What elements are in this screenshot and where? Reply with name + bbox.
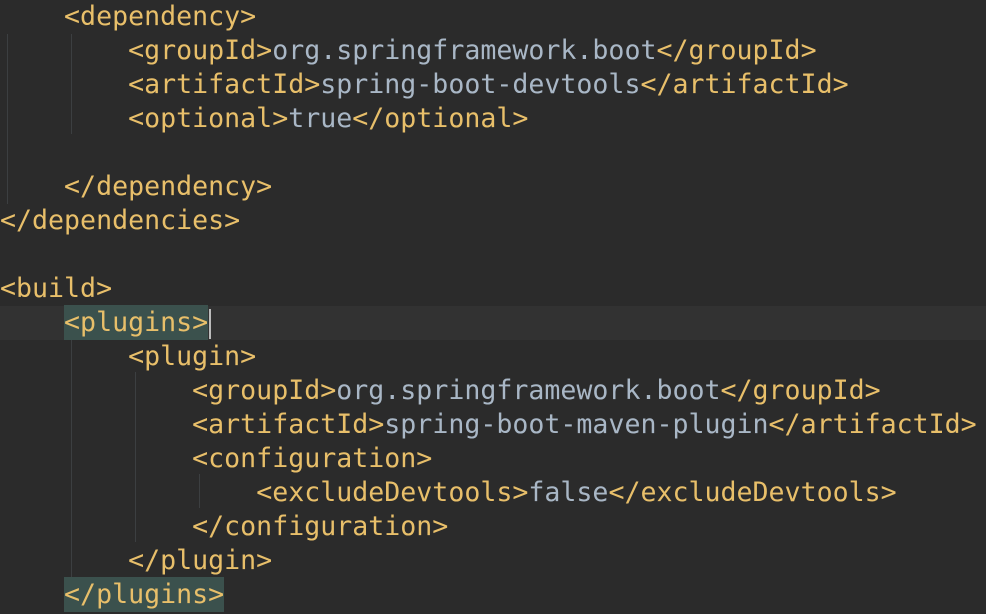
xml-open-tag: <groupId> <box>192 375 337 406</box>
xml-close-tag: </artifactId> <box>768 409 977 440</box>
xml-close-tag: </optional> <box>352 103 529 134</box>
xml-open-tag: <artifactId> <box>192 409 385 440</box>
xml-text-value: false <box>528 477 609 508</box>
code-line[interactable]: <excludeDevtools>false</excludeDevtools> <box>0 476 986 510</box>
code-line[interactable]: </configuration> <box>0 510 986 544</box>
code-line[interactable]: <build> <box>0 272 986 306</box>
code-line[interactable]: <artifactId>spring-boot-maven-plugin</ar… <box>0 408 986 442</box>
code-line[interactable]: <optional>true</optional> <box>0 102 986 136</box>
xml-close-tag: </dependency> <box>64 171 273 202</box>
xml-close-tag: </dependencies> <box>0 205 241 236</box>
xml-close-tag: </artifactId> <box>640 69 849 100</box>
xml-open-tag: <dependency> <box>64 1 257 32</box>
xml-open-tag: <build> <box>0 273 113 304</box>
xml-open-tag: <excludeDevtools> <box>256 477 529 508</box>
code-line[interactable]: <configuration> <box>0 442 986 476</box>
xml-text-value: org.springframework.boot <box>272 35 657 66</box>
code-line[interactable]: <plugin> <box>0 340 986 374</box>
xml-text-value: spring-boot-maven-plugin <box>384 409 769 440</box>
code-line[interactable]: <dependency> <box>0 0 986 34</box>
text-caret <box>209 308 212 339</box>
code-line[interactable]: <groupId>org.springframework.boot</group… <box>0 374 986 408</box>
code-line[interactable]: <artifactId>spring-boot-devtools</artifa… <box>0 68 986 102</box>
xml-text-value: true <box>288 103 353 134</box>
xml-close-tag: </excludeDevtools> <box>608 477 897 508</box>
code-editor[interactable]: <dependency> <groupId>org.springframewor… <box>0 0 986 614</box>
xml-close-tag: </configuration> <box>192 511 449 542</box>
xml-close-tag: </groupId> <box>656 35 817 66</box>
xml-open-tag: <artifactId> <box>128 69 321 100</box>
code-line[interactable]: </dependency> <box>0 170 986 204</box>
xml-open-tag: <optional> <box>128 103 289 134</box>
xml-close-tag: </plugin> <box>128 545 273 576</box>
code-line[interactable]: </plugin> <box>0 544 986 578</box>
code-line[interactable]: </dependencies> <box>0 204 986 238</box>
current-code-line[interactable]: <plugins> <box>0 305 986 340</box>
code-line[interactable] <box>0 238 986 272</box>
matched-open-tag: <plugins> <box>64 305 209 340</box>
code-line[interactable]: <groupId>org.springframework.boot</group… <box>0 34 986 68</box>
xml-close-tag: </groupId> <box>720 375 881 406</box>
xml-open-tag: <plugin> <box>128 341 257 372</box>
code-line[interactable]: </plugins> <box>0 577 986 612</box>
xml-text-value: org.springframework.boot <box>336 375 721 406</box>
xml-open-tag: <groupId> <box>128 35 273 66</box>
matched-close-tag: </plugins> <box>64 577 225 612</box>
xml-text-value: spring-boot-devtools <box>320 69 641 100</box>
xml-open-tag: <configuration> <box>192 443 433 474</box>
code-line[interactable] <box>0 136 986 170</box>
